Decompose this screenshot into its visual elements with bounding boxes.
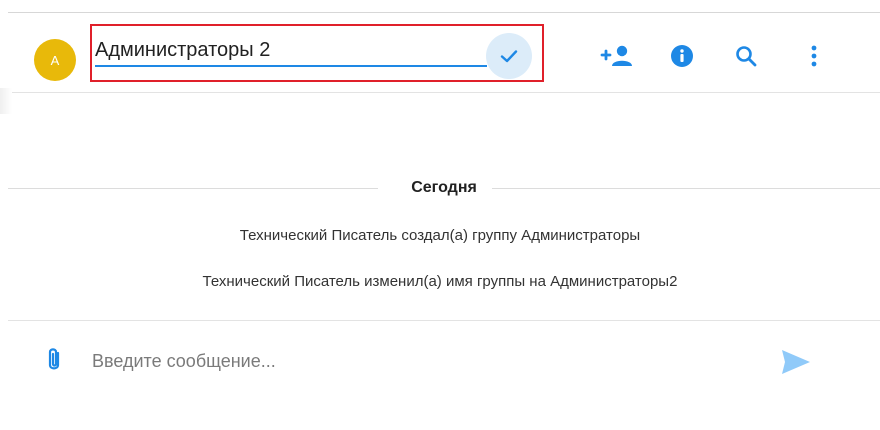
group-info-button[interactable]	[664, 38, 700, 74]
attach-button[interactable]	[45, 346, 63, 374]
send-button[interactable]	[780, 347, 812, 377]
search-icon	[736, 46, 757, 67]
info-icon	[671, 45, 693, 67]
group-name-input[interactable]	[95, 35, 487, 67]
system-message: Технический Писатель изменил(а) имя груп…	[202, 273, 678, 290]
paperclip-icon	[48, 348, 60, 370]
avatar-initial: A	[50, 52, 60, 68]
more-vertical-icon	[811, 45, 817, 67]
system-message: Технический Писатель создал(а) группу Ад…	[239, 227, 641, 244]
send-icon	[782, 350, 810, 374]
search-button[interactable]	[728, 38, 764, 74]
checkmark-icon	[500, 50, 518, 63]
group-avatar[interactable]: A	[34, 39, 76, 81]
add-person-icon	[600, 45, 632, 66]
confirm-name-button[interactable]	[486, 33, 532, 79]
date-label: Сегодня	[411, 179, 477, 196]
more-options-button[interactable]	[796, 38, 832, 74]
message-input[interactable]	[92, 346, 742, 376]
chat-header: A	[0, 13, 880, 93]
header-divider	[8, 92, 880, 93]
composer-divider	[8, 320, 880, 321]
left-shadow	[0, 88, 12, 114]
add-member-button[interactable]	[600, 38, 636, 74]
date-divider: Сегодня	[8, 176, 880, 200]
